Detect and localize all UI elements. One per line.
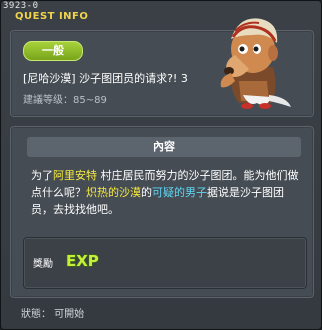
level-requirement: 建議等级：85~89 [23, 95, 107, 106]
reward-label: 獎勵 [33, 259, 53, 270]
desc-text: 的 [141, 186, 152, 199]
desc-highlight-map: 炽热的沙漠 [86, 186, 141, 199]
desc-highlight-location: 阿里安特 [53, 169, 97, 182]
content-header: 內容 [27, 137, 301, 157]
exp-icon-text: EXP [66, 252, 99, 269]
window-title: QUEST INFO [15, 11, 89, 22]
quest-status: 狀態： 可開始 [21, 309, 85, 320]
quest-category-badge: 一般 [23, 41, 83, 61]
exp-icon: EXP [65, 251, 99, 269]
quest-info-window: 3923-0 QUEST INFO 一般 [尼哈沙漠] 沙子图团员的请求?! 3… [0, 0, 322, 330]
npc-portrait-icon [220, 18, 291, 109]
desc-highlight-npc: 可疑的男子 [152, 186, 207, 199]
quest-name: [尼哈沙漠] 沙子图团员的请求?! 3 [23, 72, 188, 85]
quest-description: 为了阿里安特 村庄居民而努力的沙子图团。能为他们做点什么呢？炽热的沙漠的可疑的男… [31, 167, 301, 218]
desc-text: 为了 [31, 169, 53, 182]
quest-id-label: 3923-0 [3, 1, 39, 11]
